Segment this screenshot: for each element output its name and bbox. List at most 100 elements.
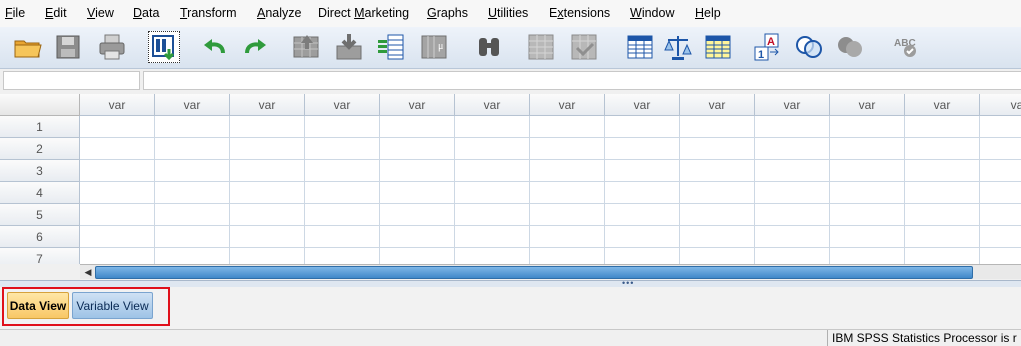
grid-cell[interactable] (530, 248, 605, 264)
grid-cell[interactable] (980, 160, 1021, 182)
grid-cell[interactable] (755, 182, 830, 204)
column-header[interactable]: var (905, 94, 980, 116)
run-descriptives-icon[interactable]: μ (418, 31, 450, 63)
row-header[interactable]: 2 (0, 138, 80, 160)
goto-variable-icon[interactable] (333, 31, 365, 63)
grid-cell[interactable] (755, 116, 830, 138)
grid-cell[interactable] (905, 160, 980, 182)
grid-cell[interactable] (305, 226, 380, 248)
use-sets-icon[interactable] (793, 31, 825, 63)
menu-edit[interactable]: Edit (45, 6, 67, 20)
grid-cell[interactable] (305, 182, 380, 204)
column-header[interactable]: var (755, 94, 830, 116)
grid-cell[interactable] (455, 160, 530, 182)
scrollbar-thumb[interactable] (95, 266, 973, 279)
grid-cell[interactable] (605, 138, 680, 160)
grid-cell[interactable] (530, 182, 605, 204)
grid-cell[interactable] (305, 160, 380, 182)
grid-cell[interactable] (680, 116, 755, 138)
grid-cell[interactable] (155, 160, 230, 182)
column-header[interactable]: var (155, 94, 230, 116)
grid-cell[interactable] (980, 204, 1021, 226)
grid-cell[interactable] (305, 116, 380, 138)
grid-cell[interactable] (605, 116, 680, 138)
grid-cell[interactable] (80, 204, 155, 226)
grid-cell[interactable] (80, 116, 155, 138)
grid-cell[interactable] (980, 248, 1021, 264)
grid-cell[interactable] (755, 138, 830, 160)
grid-cell[interactable] (680, 160, 755, 182)
grid-cell[interactable] (305, 248, 380, 264)
column-header[interactable]: var (230, 94, 305, 116)
grid-cell[interactable] (230, 182, 305, 204)
grid-cell[interactable] (80, 182, 155, 204)
row-header[interactable]: 5 (0, 204, 80, 226)
column-header[interactable]: var (380, 94, 455, 116)
grid-cell[interactable] (680, 248, 755, 264)
row-header[interactable]: 6 (0, 226, 80, 248)
menu-file[interactable]: File (5, 6, 25, 20)
grid-cell[interactable] (605, 248, 680, 264)
menu-window[interactable]: Window (630, 6, 674, 20)
grid-cell[interactable] (680, 226, 755, 248)
grid-cell[interactable] (230, 138, 305, 160)
grid-cell[interactable] (380, 204, 455, 226)
grid-cell[interactable] (380, 182, 455, 204)
grid-cell[interactable] (380, 160, 455, 182)
grid-cell[interactable] (80, 226, 155, 248)
menu-utilities[interactable]: Utilities (488, 6, 528, 20)
weight-cases-icon[interactable] (662, 31, 694, 63)
grid-cell[interactable] (230, 226, 305, 248)
menu-help[interactable]: Help (695, 6, 721, 20)
grid-cell[interactable] (155, 182, 230, 204)
grid-cell[interactable] (830, 204, 905, 226)
grid-cell[interactable] (755, 160, 830, 182)
column-header[interactable]: var (830, 94, 905, 116)
grid-cell[interactable] (980, 226, 1021, 248)
grid-cell[interactable] (455, 138, 530, 160)
recall-dialog-icon[interactable] (148, 31, 180, 63)
open-folder-icon[interactable] (12, 31, 44, 63)
horizontal-scrollbar[interactable]: ◀ (80, 264, 1021, 279)
grid-cell[interactable] (455, 248, 530, 264)
grid-cell[interactable] (80, 248, 155, 264)
grid-cell[interactable] (80, 138, 155, 160)
grid-cell[interactable] (755, 248, 830, 264)
grid-cell[interactable] (380, 138, 455, 160)
column-header[interactable]: var (455, 94, 530, 116)
tab-data-view[interactable]: Data View (7, 292, 69, 319)
insert-variable-icon[interactable] (568, 31, 600, 63)
redo-icon[interactable] (240, 31, 272, 63)
grid-cell[interactable] (830, 116, 905, 138)
menu-view[interactable]: View (87, 6, 114, 20)
grid-cell[interactable] (530, 204, 605, 226)
row-header[interactable]: 7 (0, 248, 80, 264)
grid-cell[interactable] (905, 182, 980, 204)
grid-cell[interactable] (455, 226, 530, 248)
scroll-left-arrow-icon[interactable]: ◀ (82, 266, 94, 278)
goto-case-icon[interactable] (290, 31, 322, 63)
grid-cell[interactable] (830, 182, 905, 204)
grid-cell[interactable] (980, 116, 1021, 138)
grid-cell[interactable] (830, 138, 905, 160)
cell-reference-field[interactable] (3, 71, 140, 90)
variables-icon[interactable] (375, 31, 407, 63)
grid-cell[interactable] (680, 138, 755, 160)
grid-cell[interactable] (830, 226, 905, 248)
grid-cell[interactable] (830, 160, 905, 182)
grid-cell[interactable] (905, 248, 980, 264)
grid-cell[interactable] (455, 116, 530, 138)
grid-cell[interactable] (305, 138, 380, 160)
menu-analyze[interactable]: Analyze (257, 6, 301, 20)
menu-transform[interactable]: Transform (180, 6, 237, 20)
grid-cell[interactable] (155, 204, 230, 226)
find-icon[interactable] (473, 31, 505, 63)
grid-cell[interactable] (905, 226, 980, 248)
grid-cell[interactable] (530, 226, 605, 248)
grid-cell[interactable] (905, 204, 980, 226)
grid-cell[interactable] (80, 160, 155, 182)
column-header[interactable]: var (530, 94, 605, 116)
grid-cell[interactable] (905, 138, 980, 160)
insert-cases-icon[interactable] (525, 31, 557, 63)
grid-cell[interactable] (980, 138, 1021, 160)
